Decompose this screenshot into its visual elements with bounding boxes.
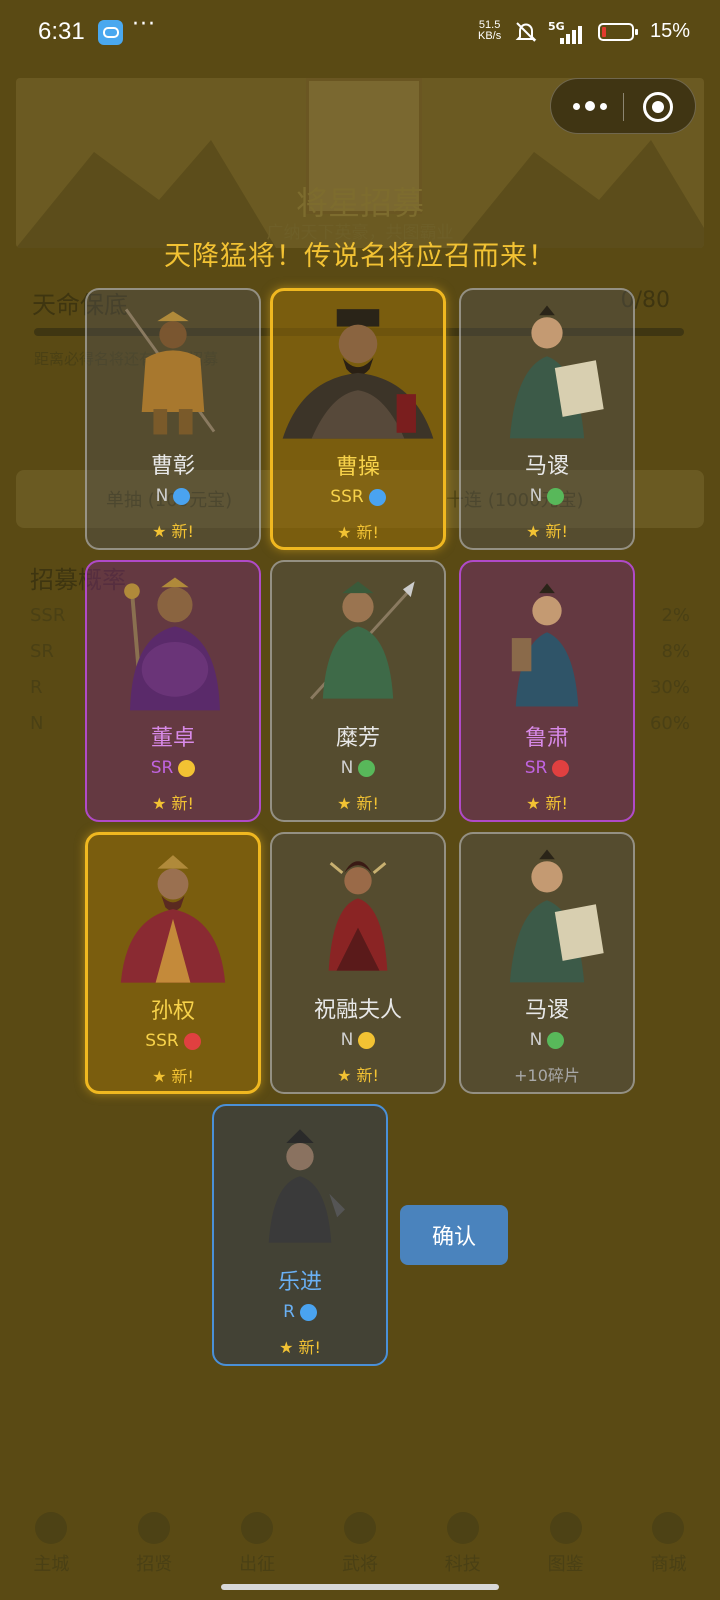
general-name: 马谡	[524, 454, 569, 479]
general-status: ★ 新!	[152, 1067, 194, 1086]
general-portrait	[120, 855, 226, 983]
general-card[interactable]: 祝融夫人 N ★ 新!	[270, 832, 446, 1094]
general-name: 董卓	[150, 726, 195, 751]
general-rarity: N	[461, 1030, 633, 1050]
general-portrait	[282, 309, 434, 439]
general-name: 孙权	[150, 999, 195, 1024]
element-dot-icon	[547, 1031, 565, 1049]
general-rarity: N	[461, 486, 633, 506]
general-name: 祝融夫人	[313, 998, 402, 1023]
general-status: ★ 新!	[152, 522, 194, 541]
element-dot-icon	[552, 759, 570, 777]
general-name: 曹操	[335, 455, 380, 480]
general-portrait	[124, 577, 220, 711]
general-portrait	[124, 308, 216, 435]
general-card[interactable]: 董卓 SR ★ 新!	[85, 560, 261, 822]
element-dot-icon	[299, 1303, 317, 1321]
general-card[interactable]: 鲁肃 SR ★ 新!	[459, 560, 635, 822]
general-card[interactable]: 曹彰 N ★ 新!	[85, 288, 261, 550]
general-status: ★ 新!	[337, 523, 379, 542]
general-status: ★ 新!	[337, 794, 379, 813]
element-dot-icon	[358, 759, 376, 777]
general-status: +10碎片	[514, 1066, 580, 1085]
general-card[interactable]: 乐进 R ★ 新!	[212, 1104, 388, 1366]
element-dot-icon	[183, 1032, 201, 1050]
general-name: 糜芳	[335, 726, 380, 751]
general-status: ★ 新!	[526, 794, 568, 813]
general-status: ★ 新!	[279, 1338, 321, 1357]
confirm-button[interactable]: 确认	[400, 1205, 508, 1265]
general-portrait	[509, 305, 604, 439]
element-dot-icon	[368, 488, 386, 506]
general-portrait	[328, 861, 388, 971]
general-rarity: SSR	[273, 487, 443, 507]
general-portrait	[511, 583, 579, 707]
general-portrait	[268, 1129, 345, 1243]
general-rarity: SR	[461, 758, 633, 778]
general-card[interactable]: 糜芳 N ★ 新!	[270, 560, 446, 822]
general-status: ★ 新!	[337, 1066, 379, 1085]
general-portrait	[310, 581, 415, 700]
general-status: ★ 新!	[152, 794, 194, 813]
element-dot-icon	[178, 759, 196, 777]
element-dot-icon	[358, 1031, 376, 1049]
general-card[interactable]: 曹操 SSR ★ 新!	[270, 288, 446, 550]
general-card[interactable]: 孙权 SSR ★ 新!	[85, 832, 261, 1094]
general-card[interactable]: 马谡 N ★ 新!	[459, 288, 635, 550]
home-indicator[interactable]	[221, 1584, 499, 1590]
general-name: 乐进	[277, 1270, 322, 1295]
element-dot-icon	[547, 487, 565, 505]
general-rarity: R	[214, 1302, 386, 1322]
general-name: 曹彰	[150, 454, 195, 479]
general-portrait	[509, 849, 604, 983]
general-rarity: SSR	[88, 1031, 258, 1051]
general-status: ★ 新!	[526, 522, 568, 541]
element-dot-icon	[173, 487, 191, 505]
general-rarity: SR	[87, 758, 259, 778]
general-rarity: N	[87, 486, 259, 506]
general-rarity: N	[272, 1030, 444, 1050]
general-rarity: N	[272, 758, 444, 778]
general-name: 马谡	[524, 998, 569, 1023]
general-name: 鲁肃	[524, 726, 569, 751]
recruit-result-overlay: 天降猛将！传说名将应召而来！ 曹彰 N ★ 新! 曹操 SSR ★ 新! 马谡 …	[0, 0, 720, 1600]
result-headline: 天降猛将！传说名将应召而来！	[164, 241, 556, 272]
general-card[interactable]: 马谡 N +10碎片	[459, 832, 635, 1094]
